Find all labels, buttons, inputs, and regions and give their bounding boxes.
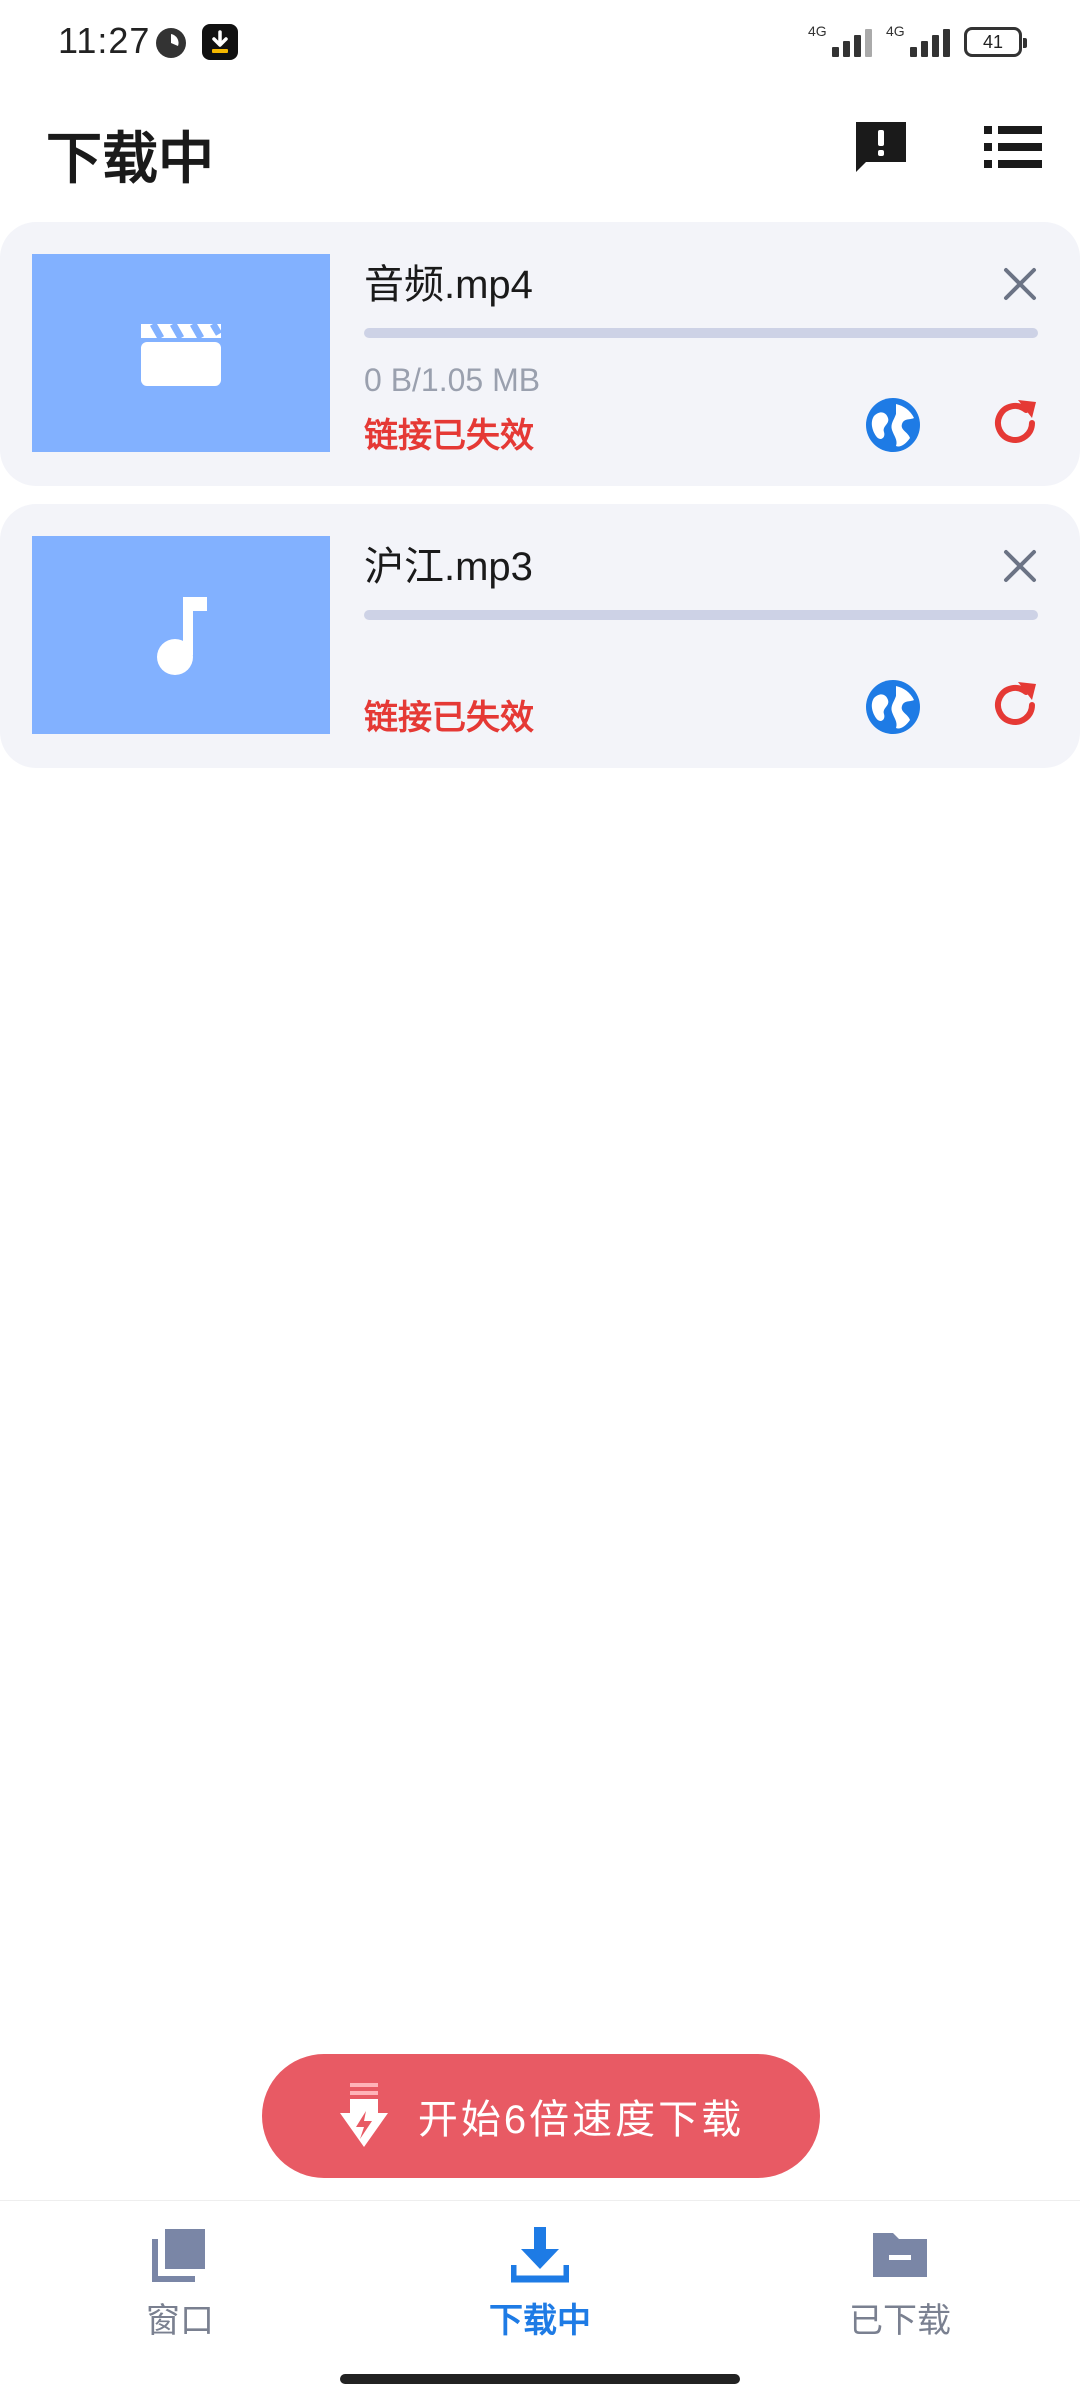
list-menu-button[interactable] [984,122,1042,172]
bottom-navigation: 窗口 下载中 已下载 [0,2200,1080,2401]
nav-label: 下载中 [489,2302,591,2340]
speed-download-label: 开始6倍速度下载 [417,2098,745,2142]
music-note-icon [157,597,207,675]
battery-icon: 41 [964,27,1027,57]
close-icon [1004,550,1036,582]
feedback-button[interactable] [852,118,910,176]
network-type-label: 4G [808,23,827,39]
nav-item-downloaded[interactable]: 已下载 [780,2225,1020,2355]
open-source-button[interactable] [864,396,922,454]
home-indicator [340,2374,740,2384]
refresh-icon [995,400,1036,443]
download-progress-bar [364,610,1038,620]
remove-button[interactable] [996,260,1044,308]
download-app-icon [202,24,238,60]
fast-download-icon [339,2083,388,2147]
list-menu-icon [984,126,1042,168]
download-item[interactable]: 音频.mp4 0 B/1.05 MB 链接已失效 [0,222,1080,486]
file-name: 沪江.mp3 [364,545,533,589]
status-bar: 11:27 4G 4G 41 [0,0,1080,84]
signal-strength-icon: 4G [886,23,950,57]
speed-download-button[interactable]: 开始6倍速度下载 [262,2054,820,2178]
retry-button[interactable] [988,396,1042,450]
page-title: 下载中 [46,127,214,190]
signal-strength-icon: 4G [808,23,872,57]
folder-icon [873,2233,927,2277]
remove-button[interactable] [996,542,1044,590]
file-name: 音频.mp4 [364,263,533,307]
file-size-progress: 0 B/1.05 MB [364,362,541,398]
globe-icon [866,680,920,734]
download-icon [511,2227,569,2283]
retry-button[interactable] [988,678,1042,732]
close-icon [1004,268,1036,300]
nav-item-windows[interactable]: 窗口 [60,2225,300,2355]
app-header: 下载中 [0,96,1080,200]
download-status: 链接已失效 [364,699,534,737]
status-indicators: 4G 4G 41 [808,23,1027,60]
file-thumbnail [32,536,330,734]
nav-label: 已下载 [849,2302,951,2340]
download-progress-bar [364,328,1038,338]
globe-icon [866,398,920,452]
clock-icon [156,28,186,58]
status-time: 11:27 [58,20,151,61]
refresh-icon [995,682,1036,725]
download-item[interactable]: 沪江.mp3 链接已失效 [0,504,1080,768]
file-thumbnail [32,254,330,452]
network-type-label: 4G [886,23,905,39]
windows-icon [152,2229,205,2282]
video-clapper-icon [141,322,223,386]
feedback-icon [856,122,906,172]
battery-level: 41 [982,31,1004,52]
download-list: 音频.mp4 0 B/1.05 MB 链接已失效 沪江.mp3 链接已失效 [0,222,1080,786]
open-source-button[interactable] [864,678,922,736]
nav-label: 窗口 [146,2302,214,2340]
nav-item-downloading[interactable]: 下载中 [420,2225,660,2355]
download-status: 链接已失效 [364,417,534,455]
